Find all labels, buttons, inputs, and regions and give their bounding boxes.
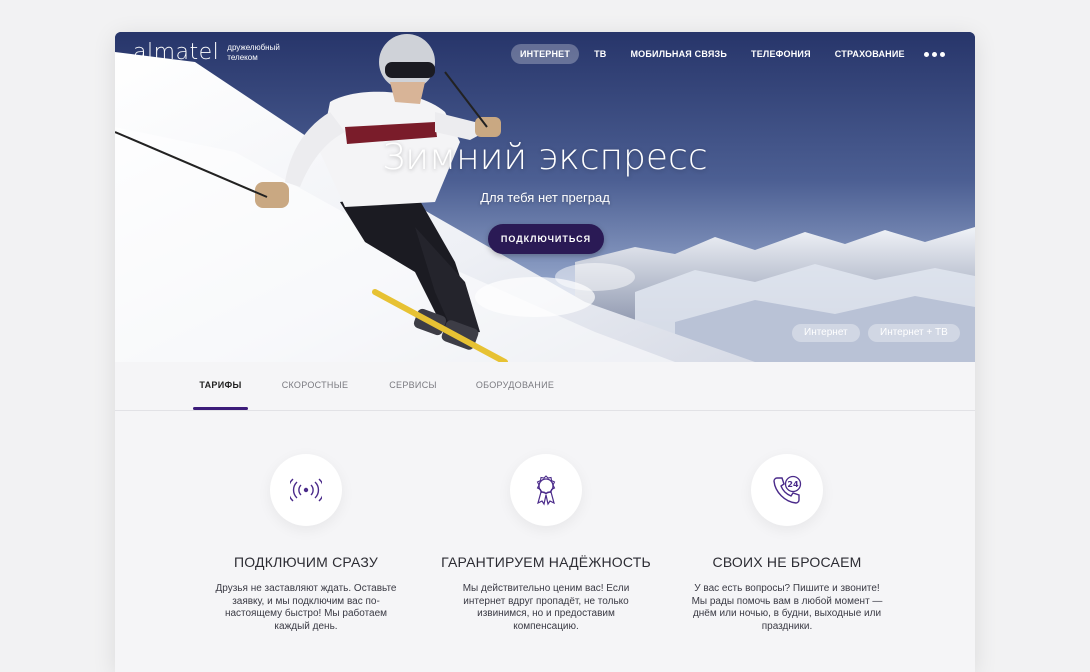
feature-text: У вас есть вопросы? Пишите и звоните! Мы…	[691, 583, 883, 632]
feature-fast-connect: ПОДКЛЮЧИМ СРАЗУ Друзья не заставляют жда…	[196, 454, 416, 633]
pill-internet[interactable]: Интернет	[792, 324, 860, 342]
hero-banner: almatel дружелюбный телеком ИНТЕРНЕТ ТВ …	[115, 32, 975, 362]
main-nav: ИНТЕРНЕТ ТВ МОБИЛЬНАЯ СВЯЗЬ ТЕЛЕФОНИЯ СТ…	[511, 44, 945, 64]
feature-title: ПОДКЛЮЧИМ СРАЗУ	[234, 554, 378, 570]
tab-services[interactable]: СЕРВИСЫ	[385, 362, 441, 410]
tab-tariffs[interactable]: ТАРИФЫ	[193, 362, 248, 410]
nav-item-mobile[interactable]: МОБИЛЬНАЯ СВЯЗЬ	[621, 44, 736, 64]
nav-item-internet[interactable]: ИНТЕРНЕТ	[511, 44, 580, 64]
more-dots-icon[interactable]	[923, 51, 945, 57]
wifi-signal-icon	[270, 454, 342, 526]
feature-title: СВОИХ НЕ БРОСАЕМ	[712, 554, 862, 570]
logo-wordmark: almatel	[133, 40, 220, 65]
nav-item-tv[interactable]: ТВ	[585, 44, 615, 64]
phone-24-icon: 24	[751, 454, 823, 526]
pill-internet-tv[interactable]: Интернет + ТВ	[868, 324, 960, 342]
tariff-tabs: ТАРИФЫ СКОРОСТНЫЕ СЕРВИСЫ ОБОРУДОВАНИЕ	[115, 362, 975, 411]
logo-tagline: дружелюбный телеком	[227, 42, 280, 62]
nav-item-telephony[interactable]: ТЕЛЕФОНИЯ	[742, 44, 820, 64]
svg-text:24: 24	[787, 480, 799, 489]
brand-logo[interactable]: almatel дружелюбный телеком	[133, 40, 297, 65]
nav-item-insurance[interactable]: СТРАХОВАНИЕ	[826, 44, 914, 64]
feature-reliability: ГАРАНТИРУЕМ НАДЁЖНОСТЬ Мы действительно …	[436, 454, 656, 633]
tab-speed[interactable]: СКОРОСТНЫЕ	[280, 362, 350, 410]
connect-button[interactable]: ПОДКЛЮЧИТЬСЯ	[488, 224, 604, 254]
feature-support: 24 СВОИХ НЕ БРОСАЕМ У вас есть вопросы? …	[677, 454, 897, 633]
award-ribbon-icon	[510, 454, 582, 526]
tab-equipment[interactable]: ОБОРУДОВАНИЕ	[475, 362, 555, 410]
browser-frame: almatel дружелюбный телеком ИНТЕРНЕТ ТВ …	[115, 32, 975, 672]
hero-title: Зимний экспресс	[382, 137, 708, 178]
hero-subtitle: Для тебя нет преград	[480, 190, 610, 205]
feature-title: ГАРАНТИРУЕМ НАДЁЖНОСТЬ	[441, 554, 651, 570]
feature-text: Друзья не заставляют ждать. Оставьте зая…	[215, 583, 397, 632]
feature-text: Мы действительно ценим вас! Если интерне…	[462, 583, 630, 632]
